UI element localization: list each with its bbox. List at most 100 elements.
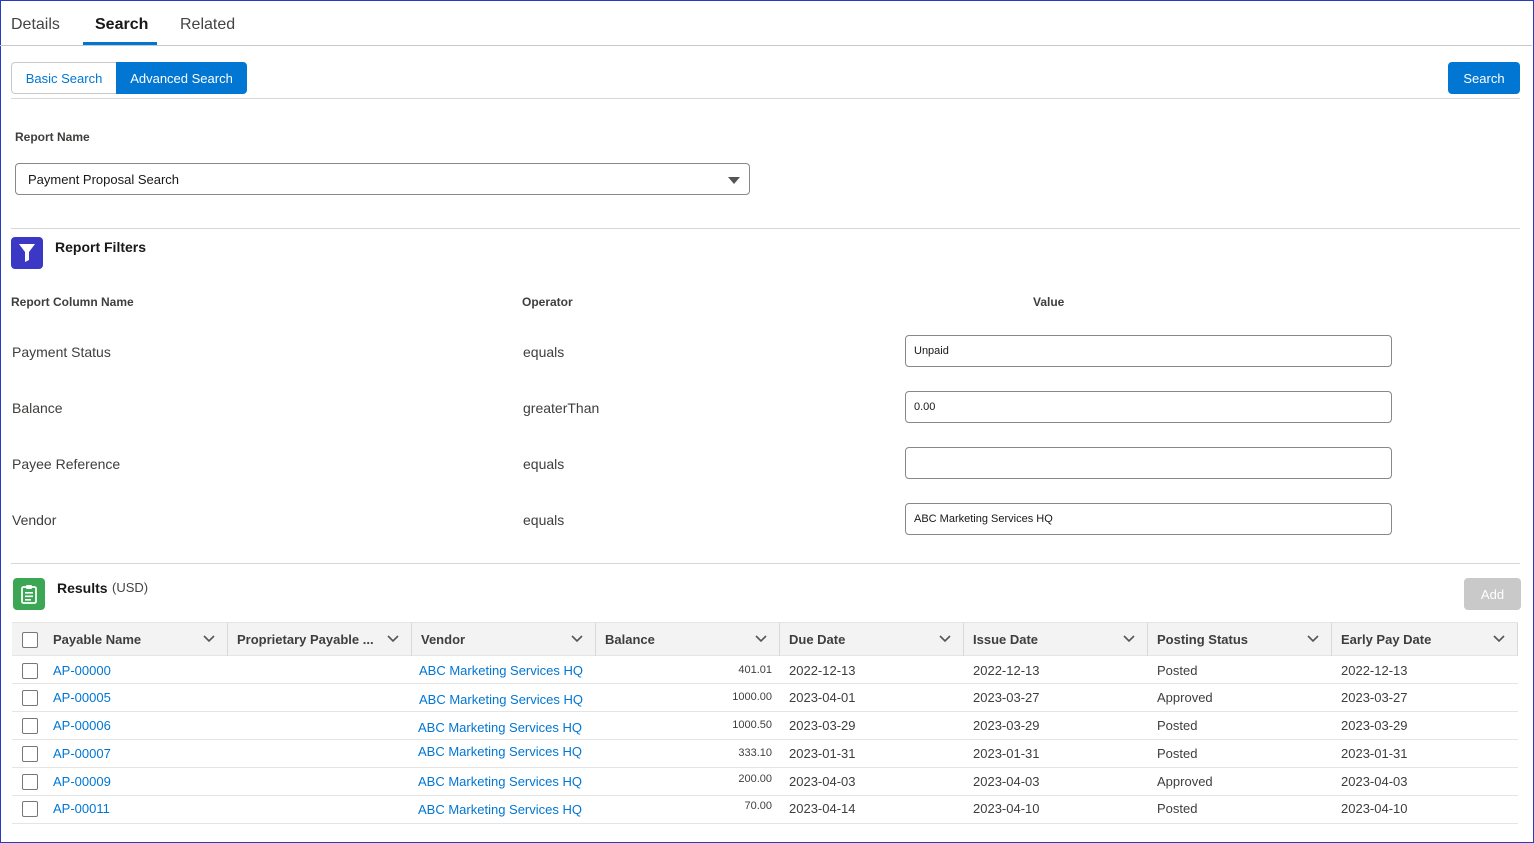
column-header-posting-status[interactable]: Posting Status xyxy=(1148,623,1332,656)
filter-column-payee-reference: Payee Reference xyxy=(12,456,121,472)
active-tab-indicator xyxy=(83,42,157,45)
search-button[interactable]: Search xyxy=(1448,62,1520,94)
vendor-link[interactable]: ABC Marketing Services HQ xyxy=(418,802,582,817)
filter-operator: equals xyxy=(523,456,565,472)
filter-operator: equals xyxy=(523,344,565,360)
payable-name-link[interactable]: AP-00011 xyxy=(53,801,110,816)
issue-date-cell: 2023-03-27 xyxy=(973,690,1040,705)
column-header-due-date[interactable]: Due Date xyxy=(780,623,964,656)
column-header-label: Issue Date xyxy=(973,632,1039,647)
row-checkbox[interactable] xyxy=(22,718,38,734)
divider xyxy=(11,98,1520,99)
results-title: Results xyxy=(57,580,108,596)
chevron-down-icon[interactable] xyxy=(571,634,583,644)
select-all-checkbox[interactable] xyxy=(22,632,38,648)
vendor-link[interactable]: ABC Marketing Services HQ xyxy=(418,720,582,735)
report-filters-title: Report Filters xyxy=(55,239,147,255)
report-name-label: Report Name xyxy=(15,130,90,144)
due-date-cell: 2022-12-13 xyxy=(789,663,856,678)
chevron-down-icon[interactable] xyxy=(755,634,767,644)
issue-date-cell: 2022-12-13 xyxy=(973,663,1040,678)
row-checkbox[interactable] xyxy=(22,690,38,706)
report-name-select[interactable]: Payment Proposal Search xyxy=(15,163,750,195)
column-header-early-pay-date[interactable]: Early Pay Date xyxy=(1332,623,1518,656)
column-header-label: Early Pay Date xyxy=(1341,632,1432,647)
due-date-cell: 2023-04-14 xyxy=(789,801,856,816)
issue-date-cell: 2023-01-31 xyxy=(973,746,1040,761)
posting-status-cell: Approved xyxy=(1157,690,1213,705)
chevron-down-icon[interactable] xyxy=(1123,634,1135,644)
row-checkbox[interactable] xyxy=(22,774,38,790)
issue-date-cell: 2023-03-29 xyxy=(973,718,1040,733)
due-date-cell: 2023-03-29 xyxy=(789,718,856,733)
clipboard-icon xyxy=(13,578,45,610)
chevron-down-icon[interactable] xyxy=(387,634,399,644)
column-header-proprietary-payable[interactable]: Proprietary Payable ... xyxy=(228,623,412,656)
chevron-down-icon[interactable] xyxy=(939,634,951,644)
column-header-label: Balance xyxy=(605,632,655,647)
balance-cell: 333.10 xyxy=(738,747,772,759)
tab-related[interactable]: Related xyxy=(180,16,235,34)
table-row: AP-00009 ABC Marketing Services HQ 200.0… xyxy=(12,768,1518,796)
balance-cell: 1000.50 xyxy=(732,719,772,731)
early-pay-date-cell: 2023-04-10 xyxy=(1341,801,1408,816)
posting-status-cell: Posted xyxy=(1157,718,1198,733)
filter-value-input-payee-reference[interactable] xyxy=(905,447,1392,479)
column-header-balance[interactable]: Balance xyxy=(596,623,780,656)
filter-column-balance: Balance xyxy=(12,400,63,416)
col-header-value: Value xyxy=(1033,295,1065,309)
issue-date-cell: 2023-04-03 xyxy=(973,774,1040,789)
column-header-payable-name[interactable]: Payable Name xyxy=(44,623,228,656)
tab-search[interactable]: Search xyxy=(95,16,148,34)
posting-status-cell: Approved xyxy=(1157,774,1213,789)
balance-cell: 401.01 xyxy=(738,664,772,676)
add-button[interactable]: Add xyxy=(1464,578,1521,610)
caret-down-icon xyxy=(728,177,740,184)
filter-value-input-balance[interactable]: 0.00 xyxy=(905,391,1392,423)
divider xyxy=(11,563,1520,564)
column-header-label: Posting Status xyxy=(1157,632,1249,647)
payable-name-link[interactable]: AP-00005 xyxy=(53,690,111,705)
due-date-cell: 2023-01-31 xyxy=(789,746,856,761)
column-header-vendor[interactable]: Vendor xyxy=(412,623,596,656)
chevron-down-icon[interactable] xyxy=(203,634,215,644)
column-header-label: Proprietary Payable ... xyxy=(237,632,374,647)
chevron-down-icon[interactable] xyxy=(1493,634,1505,644)
filter-value-input-payment-status[interactable]: Unpaid xyxy=(905,335,1392,367)
balance-cell: 1000.00 xyxy=(732,691,772,703)
due-date-cell: 2023-04-03 xyxy=(789,774,856,789)
table-row: AP-00006 ABC Marketing Services HQ 1000.… xyxy=(12,712,1518,740)
table-row: AP-00007 ABC Marketing Services HQ 333.1… xyxy=(12,740,1518,768)
table-row: AP-00000 ABC Marketing Services HQ 401.0… xyxy=(12,656,1518,684)
posting-status-cell: Posted xyxy=(1157,663,1198,678)
row-checkbox[interactable] xyxy=(22,663,38,679)
basic-search-button[interactable]: Basic Search xyxy=(11,62,116,94)
column-header-label: Vendor xyxy=(421,632,466,647)
early-pay-date-cell: 2023-03-29 xyxy=(1341,718,1408,733)
filter-value-input-vendor[interactable]: ABC Marketing Services HQ xyxy=(905,503,1392,535)
payable-name-link[interactable]: AP-00006 xyxy=(53,718,111,733)
vendor-link[interactable]: ABC Marketing Services HQ xyxy=(419,663,583,678)
advanced-search-button[interactable]: Advanced Search xyxy=(116,62,247,94)
balance-cell: 200.00 xyxy=(738,773,772,785)
row-checkbox[interactable] xyxy=(22,746,38,762)
column-header-label: Due Date xyxy=(789,632,846,647)
tab-details[interactable]: Details xyxy=(11,16,60,34)
payable-name-link[interactable]: AP-00000 xyxy=(53,663,111,678)
col-header-report-column-name: Report Column Name xyxy=(11,295,134,309)
divider xyxy=(11,228,1520,229)
payable-name-link[interactable]: AP-00009 xyxy=(53,774,111,789)
column-header-label: Payable Name xyxy=(53,632,142,647)
filter-column-payment-status: Payment Status xyxy=(12,344,111,360)
results-table-header: Payable Name Proprietary Payable ... Ven… xyxy=(12,622,1518,656)
early-pay-date-cell: 2023-01-31 xyxy=(1341,746,1408,761)
early-pay-date-cell: 2023-03-27 xyxy=(1341,690,1408,705)
column-header-issue-date[interactable]: Issue Date xyxy=(964,623,1148,656)
chevron-down-icon[interactable] xyxy=(1307,634,1319,644)
vendor-link[interactable]: ABC Marketing Services HQ xyxy=(418,774,582,789)
table-row: AP-00005 ABC Marketing Services HQ 1000.… xyxy=(12,684,1518,712)
vendor-link[interactable]: ABC Marketing Services HQ xyxy=(419,692,583,707)
vendor-link[interactable]: ABC Marketing Services HQ xyxy=(418,744,582,759)
row-checkbox[interactable] xyxy=(22,801,38,817)
payable-name-link[interactable]: AP-00007 xyxy=(53,746,111,761)
